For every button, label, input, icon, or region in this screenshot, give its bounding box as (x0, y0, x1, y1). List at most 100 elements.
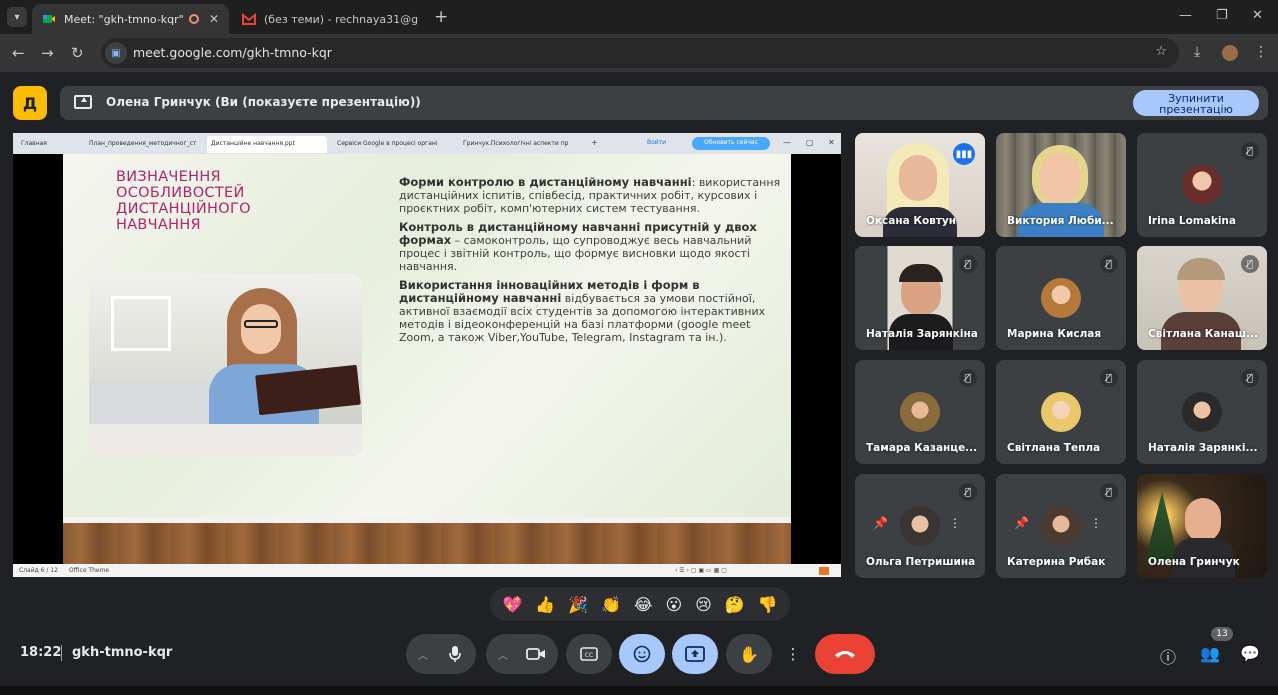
shared-close-icon: ✕ (828, 138, 835, 147)
participant-tile[interactable]: ▮▮▮ Оксана Ковтун (855, 133, 985, 237)
participant-name: Оксана Ковтун (866, 215, 956, 227)
profile-avatar[interactable] (1222, 45, 1238, 61)
participant-tile[interactable]: 🎙̸ Марина Кислая (996, 246, 1126, 350)
participant-name: Світлана Канаш... (1148, 328, 1258, 340)
new-tab-button[interactable]: + (434, 7, 448, 27)
shared-tab: План_проведення_методичног_ст (89, 140, 197, 147)
captions-button[interactable]: CC (566, 634, 612, 674)
video-options-chevron-icon[interactable]: ︿ (498, 647, 508, 662)
slide-floor-edge (63, 517, 791, 523)
participant-tile[interactable]: 🎙̸ Світлана Тепла (996, 360, 1126, 464)
browser-toolbar: ← → ↻ ▣ meet.google.com/gkh-tmno-kqr ☆ ⤓… (0, 34, 1278, 72)
banner-text: Олена Гринчук (Ви (показуєте презентацію… (106, 95, 421, 109)
mic-off-icon: 🎙̸ (959, 369, 977, 387)
site-info-icon[interactable]: ▣ (105, 42, 127, 64)
participant-name: Irina Lomakina (1148, 215, 1236, 227)
menu-icon[interactable]: ⋮ (1254, 44, 1268, 60)
recording-icon (188, 14, 199, 24)
reaction-clap[interactable]: 👏 (601, 595, 621, 614)
maximize-icon[interactable]: ❐ (1216, 8, 1228, 23)
people-icon[interactable]: 👥 (1200, 644, 1220, 663)
participant-avatar (1041, 278, 1081, 318)
participant-tile[interactable]: Олена Гринчук (1137, 474, 1267, 578)
microphone-icon (449, 646, 461, 662)
reaction-surprised[interactable]: 😮 (665, 595, 682, 614)
shared-login-link: Войти (647, 139, 667, 146)
reaction-sparkling-heart[interactable]: 💖 (502, 595, 522, 614)
close-tab-icon[interactable]: ✕ (209, 12, 219, 26)
tab-title: Meet: "gkh-tmno-kqr" (64, 12, 184, 26)
participant-tile[interactable]: 🎙̸ Наталія Зарянкі... (1137, 360, 1267, 464)
tab-gmail[interactable]: (без теми) - rechnaya31@gmail (232, 4, 428, 34)
minimize-icon[interactable]: — (1179, 8, 1192, 23)
tab-search-button[interactable]: ▾ (7, 7, 27, 27)
participant-name: Світлана Тепла (1007, 442, 1101, 454)
address-bar[interactable]: ▣ meet.google.com/gkh-tmno-kqr ☆ (101, 38, 1179, 68)
shared-max-icon: ▢ (806, 138, 814, 147)
slide-counter: Слайд 6 / 12 (19, 567, 58, 574)
bookmark-star-icon[interactable]: ☆ (1155, 44, 1167, 59)
chat-icon[interactable]: 💬 (1240, 644, 1260, 663)
mic-off-icon: 🎙̸ (959, 483, 977, 501)
participant-avatar (1041, 392, 1081, 432)
reaction-party[interactable]: 🎉 (568, 595, 588, 614)
clock: 18:22 (20, 645, 62, 660)
participant-tile[interactable]: 🎙̸ Наталія Зарянкіна (855, 246, 985, 350)
shared-browser-tabs: Главная План_проведення_методичног_ст Ди… (13, 133, 841, 154)
meeting-info-icon[interactable]: ⓘ (1160, 644, 1176, 668)
participant-name: Наталія Зарянкіна (866, 328, 978, 340)
mic-off-icon: 🎙̸ (1241, 142, 1259, 160)
meet-app-icon: Д (13, 86, 47, 120)
camera-button[interactable] (486, 634, 558, 674)
reload-icon[interactable]: ↻ (71, 44, 84, 62)
present-screen-icon (74, 95, 92, 109)
close-window-icon[interactable]: ✕ (1252, 8, 1263, 23)
slide-p1-bold: Форми контролю в дистанційному навчанні (399, 175, 692, 189)
participant-tile[interactable]: 🎙̸ Тамара Казанце... (855, 360, 985, 464)
mic-off-icon: 🎙̸ (1100, 483, 1118, 501)
participant-tile[interactable]: 📌 ⋮ 🎙̸ Ольга Петришина (855, 474, 985, 578)
presenting-banner: Олена Гринчук (Ви (показуєте презентацію… (60, 86, 1268, 120)
divider (61, 645, 62, 661)
more-options-icon[interactable]: ⋮ (949, 516, 961, 530)
microphone-button[interactable] (406, 634, 476, 674)
gmail-icon (242, 12, 256, 25)
participant-tile[interactable]: 🎙̸ Світлана Канаш... (1137, 246, 1267, 350)
raise-hand-button[interactable]: ✋ (726, 634, 772, 674)
audio-options-chevron-icon[interactable]: ︿ (418, 647, 428, 662)
mic-off-icon: 🎙̸ (1100, 369, 1118, 387)
participant-tile[interactable]: 📌 ⋮ 🎙̸ Катерина Рибак (996, 474, 1126, 578)
reaction-thumbs-down[interactable]: 👎 (758, 595, 778, 614)
theme-name: Office Theme (69, 567, 110, 574)
participant-name: Марина Кислая (1007, 328, 1102, 340)
emoji-button[interactable] (619, 634, 665, 674)
reaction-laugh[interactable]: 😂 (634, 595, 653, 614)
participant-avatar (1041, 506, 1081, 546)
tab-title: (без теми) - rechnaya31@gmail (264, 12, 418, 26)
pin-icon[interactable]: 📌 (873, 516, 888, 530)
stop-presenting-button[interactable]: Зупинити презентацію (1133, 90, 1259, 116)
os-taskbar (0, 686, 1278, 695)
more-options-button[interactable]: ⋮ (779, 634, 807, 674)
present-button[interactable] (672, 634, 718, 674)
pin-icon[interactable]: 📌 (1014, 516, 1029, 530)
shared-screen: Главная План_проведення_методичног_ст Ди… (13, 133, 841, 577)
participant-name: Виктория Люби... (1007, 215, 1114, 227)
reaction-thinking[interactable]: 🤔 (725, 595, 745, 614)
leave-call-button[interactable] (815, 634, 875, 674)
download-icon[interactable]: ⤓ (1194, 44, 1200, 60)
more-options-icon[interactable]: ⋮ (1090, 516, 1102, 530)
slideshow-icon (819, 567, 829, 575)
meet-window: { "browser": { "tabs": [ {"title": "Meet… (0, 0, 1278, 695)
shared-tab: Дистанційне навчання.ppt (207, 136, 327, 153)
mic-off-icon: 🎙̸ (1241, 255, 1259, 273)
reaction-sad[interactable]: 😢 (695, 595, 712, 614)
forward-icon[interactable]: → (41, 44, 54, 62)
tab-meet[interactable]: Meet: "gkh-tmno-kqr" ✕ (32, 4, 229, 34)
reaction-thumbs-up[interactable]: 👍 (535, 595, 555, 614)
hangup-icon (835, 651, 855, 658)
participant-tile[interactable]: Виктория Люби... (996, 133, 1126, 237)
participant-name: Наталія Зарянкі... (1148, 442, 1258, 454)
back-icon[interactable]: ← (12, 44, 25, 62)
participant-tile[interactable]: 🎙̸ Irina Lomakina (1137, 133, 1267, 237)
